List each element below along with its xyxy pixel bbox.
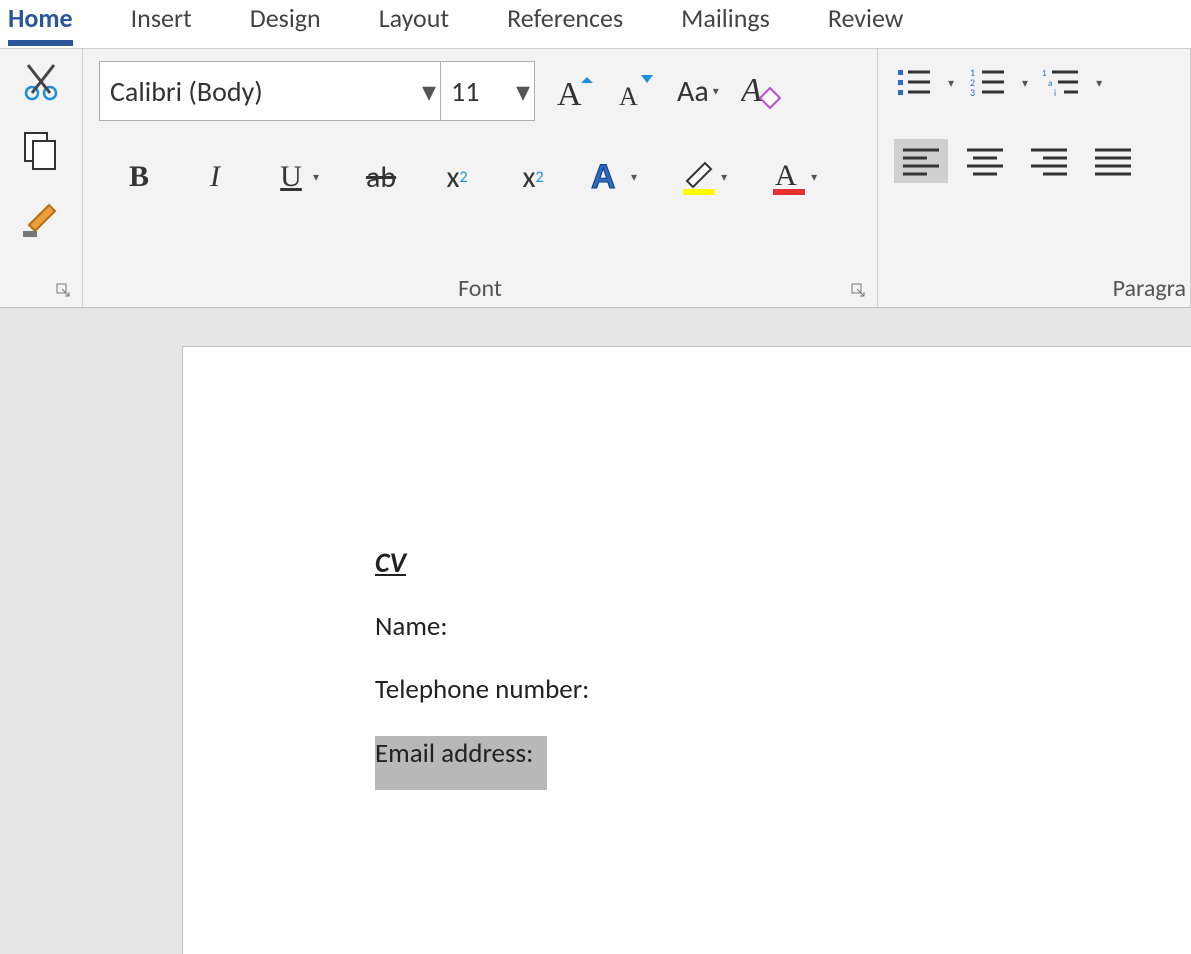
- align-center-button[interactable]: [958, 139, 1012, 183]
- svg-text:A: A: [775, 159, 797, 192]
- change-case-button[interactable]: Aa▾: [677, 69, 719, 113]
- ribbon: Calibri (Body) ▾ 11 ▾ A A: [0, 48, 1191, 308]
- clipboard-launcher-icon[interactable]: [56, 283, 72, 299]
- numbering-dropdown[interactable]: ▾: [1018, 76, 1032, 91]
- tab-review[interactable]: Review: [828, 0, 904, 40]
- bullets-button[interactable]: [894, 61, 934, 105]
- group-clipboard: [0, 49, 83, 307]
- justify-button[interactable]: [1086, 139, 1140, 183]
- multilevel-list-button[interactable]: 1 a i: [1042, 61, 1082, 105]
- highlight-button[interactable]: [681, 155, 717, 199]
- bold-button[interactable]: B: [121, 155, 157, 199]
- subscript-button[interactable]: x2: [439, 155, 475, 199]
- font-group-label: Font: [83, 274, 877, 303]
- text-effects-dropdown[interactable]: ▾: [627, 170, 641, 185]
- svg-text:A: A: [619, 82, 638, 111]
- svg-text:a: a: [1048, 78, 1052, 89]
- tab-home[interactable]: Home: [8, 0, 73, 46]
- svg-text:3: 3: [970, 86, 975, 99]
- clear-formatting-button[interactable]: A: [741, 69, 781, 113]
- copy-icon[interactable]: [23, 131, 59, 171]
- font-size-combo[interactable]: 11 ▾: [441, 61, 535, 121]
- svg-text:1: 1: [1042, 68, 1047, 79]
- superscript-button[interactable]: x2: [515, 155, 551, 199]
- font-name-combo[interactable]: Calibri (Body) ▾: [99, 61, 441, 121]
- doc-line-name[interactable]: Name:: [375, 609, 1191, 644]
- multilevel-dropdown[interactable]: ▾: [1092, 76, 1106, 91]
- svg-text:A: A: [741, 72, 762, 109]
- align-right-button[interactable]: [1022, 139, 1076, 183]
- ribbon-tabs: Home Insert Design Layout References Mai…: [0, 0, 1191, 48]
- grow-font-button[interactable]: A: [557, 69, 595, 113]
- numbering-button[interactable]: 1 2 3: [968, 61, 1008, 105]
- paragraph-group-label: Paragra: [878, 274, 1190, 303]
- document-page[interactable]: CV Name: Telephone number: Email address…: [182, 346, 1191, 954]
- font-name-value: Calibri (Body): [100, 74, 418, 109]
- selected-text[interactable]: Email address:: [375, 736, 547, 790]
- doc-line-phone[interactable]: Telephone number:: [375, 672, 1191, 707]
- bullets-dropdown[interactable]: ▾: [944, 76, 958, 91]
- svg-text:A: A: [591, 158, 616, 196]
- chevron-down-icon[interactable]: ▾: [512, 74, 534, 109]
- cut-icon[interactable]: [24, 63, 58, 101]
- svg-text:i: i: [1054, 88, 1056, 99]
- tab-insert[interactable]: Insert: [131, 0, 192, 40]
- doc-line-email[interactable]: Email address:: [375, 736, 1191, 771]
- font-color-button[interactable]: A: [771, 155, 807, 199]
- tab-mailings[interactable]: Mailings: [681, 0, 770, 40]
- group-paragraph: ▾ 1 2 3 ▾ 1 a i ▾: [878, 49, 1191, 307]
- font-size-value: 11: [441, 74, 512, 109]
- highlight-dropdown[interactable]: ▾: [717, 170, 731, 185]
- chevron-down-icon[interactable]: ▾: [418, 74, 440, 109]
- tab-references[interactable]: References: [507, 0, 623, 40]
- document-canvas: CV Name: Telephone number: Email address…: [0, 308, 1191, 954]
- group-font: Calibri (Body) ▾ 11 ▾ A A: [83, 49, 878, 307]
- font-launcher-icon[interactable]: [851, 283, 867, 299]
- svg-text:A: A: [557, 76, 582, 111]
- italic-button[interactable]: I: [197, 155, 233, 199]
- align-left-button[interactable]: [894, 139, 948, 183]
- font-color-dropdown[interactable]: ▾: [807, 170, 821, 185]
- underline-dropdown[interactable]: ▾: [309, 170, 323, 185]
- doc-title[interactable]: CV: [375, 545, 1191, 581]
- text-effects-button[interactable]: A: [591, 155, 627, 199]
- strikethrough-button[interactable]: ab: [363, 155, 399, 199]
- underline-button[interactable]: U: [273, 155, 309, 199]
- tab-layout[interactable]: Layout: [379, 0, 449, 40]
- format-painter-icon[interactable]: [23, 201, 59, 239]
- tab-design[interactable]: Design: [250, 0, 321, 40]
- shrink-font-button[interactable]: A: [617, 69, 655, 113]
